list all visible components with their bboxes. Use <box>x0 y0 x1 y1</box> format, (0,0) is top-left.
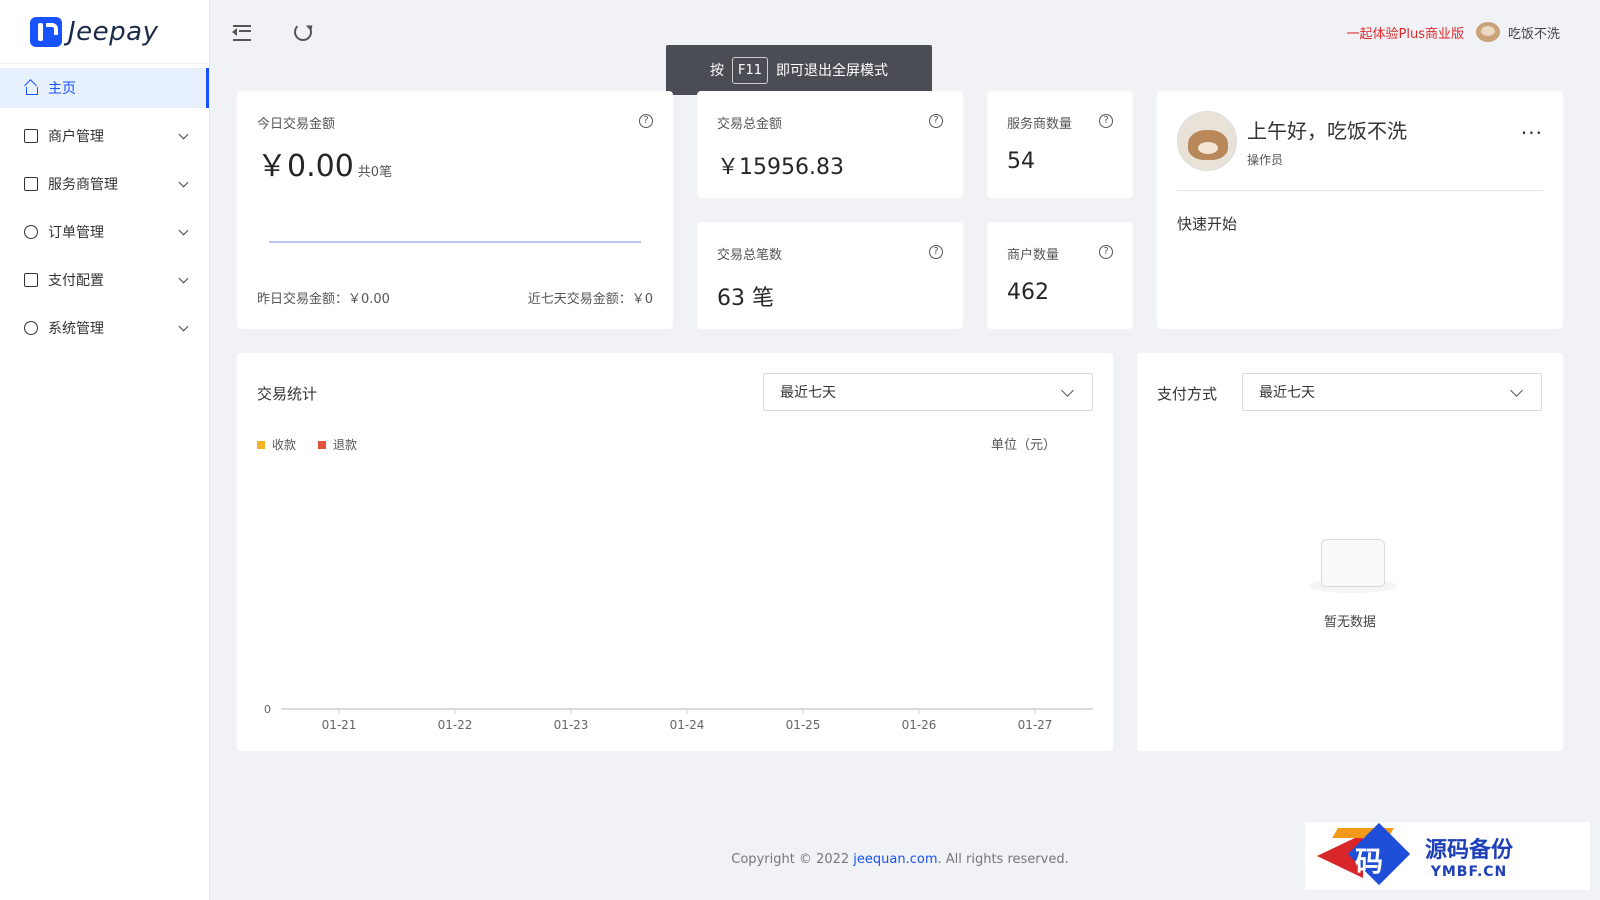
sidebar-item-label: 商户管理 <box>48 129 104 145</box>
provider-count-card: 服务商数量 ? 54 <box>987 91 1133 198</box>
jeepay-logo-icon <box>30 16 62 47</box>
payment-methods-card: 支付方式 最近七天 暂无数据 <box>1137 353 1563 751</box>
today-footer: 昨日交易金额：￥0.00 近七天交易金额：￥0 <box>257 288 653 307</box>
order-icon <box>24 225 38 239</box>
sidebar-item-system[interactable]: 系统管理 <box>0 308 209 348</box>
total-amount-card: 交易总金额 ? ￥15956.83 <box>697 91 963 198</box>
watermark-logo-char: 码 <box>1355 845 1384 878</box>
card-label: 服务商数量 <box>1007 117 1073 132</box>
card-label: 交易总笔数 <box>717 248 783 263</box>
logo-text: Jeepay <box>68 16 159 47</box>
chevron-down-icon <box>178 129 189 139</box>
transaction-stats-card: 交易统计 最近七天 收款 退款 单位（元） 0 01-21 01-22 01-23 01… <box>237 353 1113 751</box>
today-amount-value: ￥0.00 共0笔 <box>257 141 392 185</box>
watermark: 码 源码备份 YMBF.CN <box>1305 822 1590 890</box>
merchant-count-card: 商户数量 ? 462 <box>987 222 1133 329</box>
avatar <box>1177 111 1237 171</box>
last7-amount: 近七天交易金额：￥0 <box>527 292 653 307</box>
transaction-chart: 0 01-21 01-22 01-23 01-24 01-25 01-26 01-27 <box>264 703 1093 732</box>
menu-fold-icon[interactable] <box>232 21 254 43</box>
today-count: 共0笔 <box>357 165 393 180</box>
help-icon[interactable]: ? <box>1099 245 1113 259</box>
watermark-en: YMBF.CN <box>1430 864 1508 880</box>
payment-range-select[interactable]: 最近七天 <box>1242 373 1542 411</box>
yesterday-amount: 昨日交易金额：￥0.00 <box>257 292 390 307</box>
chevron-down-icon <box>178 273 189 283</box>
sidebar-item-home[interactable]: 主页 <box>0 68 209 108</box>
help-icon[interactable]: ? <box>639 114 653 128</box>
chevron-down-icon <box>178 321 189 331</box>
provider-count-value: 54 <box>1007 149 1035 174</box>
sidebar-item-merchants[interactable]: 商户管理 <box>0 116 209 156</box>
sidebar-menu: 主页 商户管理 服务商管理 订单管理 支付配置 系统管理 <box>0 68 209 348</box>
more-icon[interactable]: ··· <box>1521 121 1543 145</box>
copyright-suffix: . All rights reserved. <box>937 852 1069 867</box>
username-menu[interactable]: 吃饭不洗 <box>1508 23 1560 42</box>
sidebar-item-label: 支付配置 <box>48 273 104 289</box>
chevron-down-icon <box>1510 384 1523 397</box>
empty-inbox-icon <box>1309 539 1397 595</box>
avatar[interactable] <box>1475 22 1500 42</box>
quick-start-title: 快速开始 <box>1177 215 1238 233</box>
header-right: 一起体验Plus商业版 吃饭不洗 <box>1347 22 1560 42</box>
today-amount-card: 今日交易金额 ? ￥0.00 共0笔 昨日交易金额：￥0.00 近七天交易金额：￥… <box>237 91 673 329</box>
provider-icon <box>24 177 38 191</box>
copyright-prefix: Copyright © 2022 <box>731 852 854 867</box>
home-icon <box>24 81 38 95</box>
card-label: 交易总金额 <box>717 117 783 132</box>
x-tick-label: 01-27 <box>1018 718 1053 732</box>
sidebar: Jeepay 主页 商户管理 服务商管理 订单管理 支付配置 系统管理 <box>0 0 210 900</box>
reload-icon[interactable] <box>294 23 312 41</box>
help-icon[interactable]: ? <box>1099 114 1113 128</box>
fullscreen-tip-suffix: 即可退出全屏模式 <box>776 63 889 79</box>
f11-key: F11 <box>731 56 769 84</box>
today-sparkline <box>269 241 641 243</box>
sidebar-item-label: 主页 <box>48 81 76 97</box>
empty-state-text: 暂无数据 <box>1323 615 1376 630</box>
greeting: 上午好，吃饭不洗 <box>1247 119 1407 143</box>
footer-link[interactable]: jeequan.com <box>853 852 937 867</box>
select-value: 最近七天 <box>1259 385 1315 401</box>
user-role: 操作员 <box>1247 153 1284 167</box>
card-label: 商户数量 <box>1007 248 1060 263</box>
total-count-value: 63 笔 <box>717 286 774 311</box>
watermark-logo: 码 <box>1317 822 1417 886</box>
payment-title: 支付方式 <box>1157 385 1218 403</box>
x-tick-label: 01-21 <box>322 718 357 732</box>
card-label: 今日交易金额 <box>257 117 336 132</box>
x-tick-label: 01-22 <box>438 718 473 732</box>
divider <box>1177 190 1543 191</box>
x-tick-label: 01-26 <box>902 718 937 732</box>
watermark-text: 源码备份 YMBF.CN <box>1425 832 1513 880</box>
x-tick-label: 01-24 <box>670 718 705 732</box>
fullscreen-tip: 按 F11 即可退出全屏模式 <box>666 45 932 95</box>
sidebar-item-label: 系统管理 <box>48 321 104 337</box>
chevron-down-icon <box>178 225 189 235</box>
sidebar-item-label: 订单管理 <box>48 225 104 241</box>
payment-config-icon <box>24 273 38 287</box>
gear-icon <box>24 321 38 335</box>
store-icon <box>24 129 38 143</box>
merchant-count-value: 462 <box>1007 280 1049 305</box>
total-count-card: 交易总笔数 ? 63 笔 <box>697 222 963 329</box>
chevron-down-icon <box>178 177 189 187</box>
x-tick-label: 01-23 <box>554 718 589 732</box>
y-tick-label: 0 <box>264 703 271 716</box>
sidebar-item-payment-config[interactable]: 支付配置 <box>0 260 209 300</box>
logo[interactable]: Jeepay <box>0 0 209 64</box>
help-icon[interactable]: ? <box>929 114 943 128</box>
total-amount-value: ￥15956.83 <box>717 155 844 180</box>
sidebar-item-providers[interactable]: 服务商管理 <box>0 164 209 204</box>
watermark-cn: 源码备份 <box>1425 837 1514 863</box>
welcome-card: 上午好，吃饭不洗 操作员 ··· 快速开始 <box>1157 91 1563 329</box>
x-tick-label: 01-25 <box>786 718 821 732</box>
sidebar-item-orders[interactable]: 订单管理 <box>0 212 209 252</box>
today-amount: ￥0.00 <box>257 149 354 184</box>
help-icon[interactable]: ? <box>929 245 943 259</box>
plus-promo-link[interactable]: 一起体验Plus商业版 <box>1347 23 1464 42</box>
fullscreen-tip-prefix: 按 <box>709 63 724 79</box>
sidebar-item-label: 服务商管理 <box>48 177 118 193</box>
